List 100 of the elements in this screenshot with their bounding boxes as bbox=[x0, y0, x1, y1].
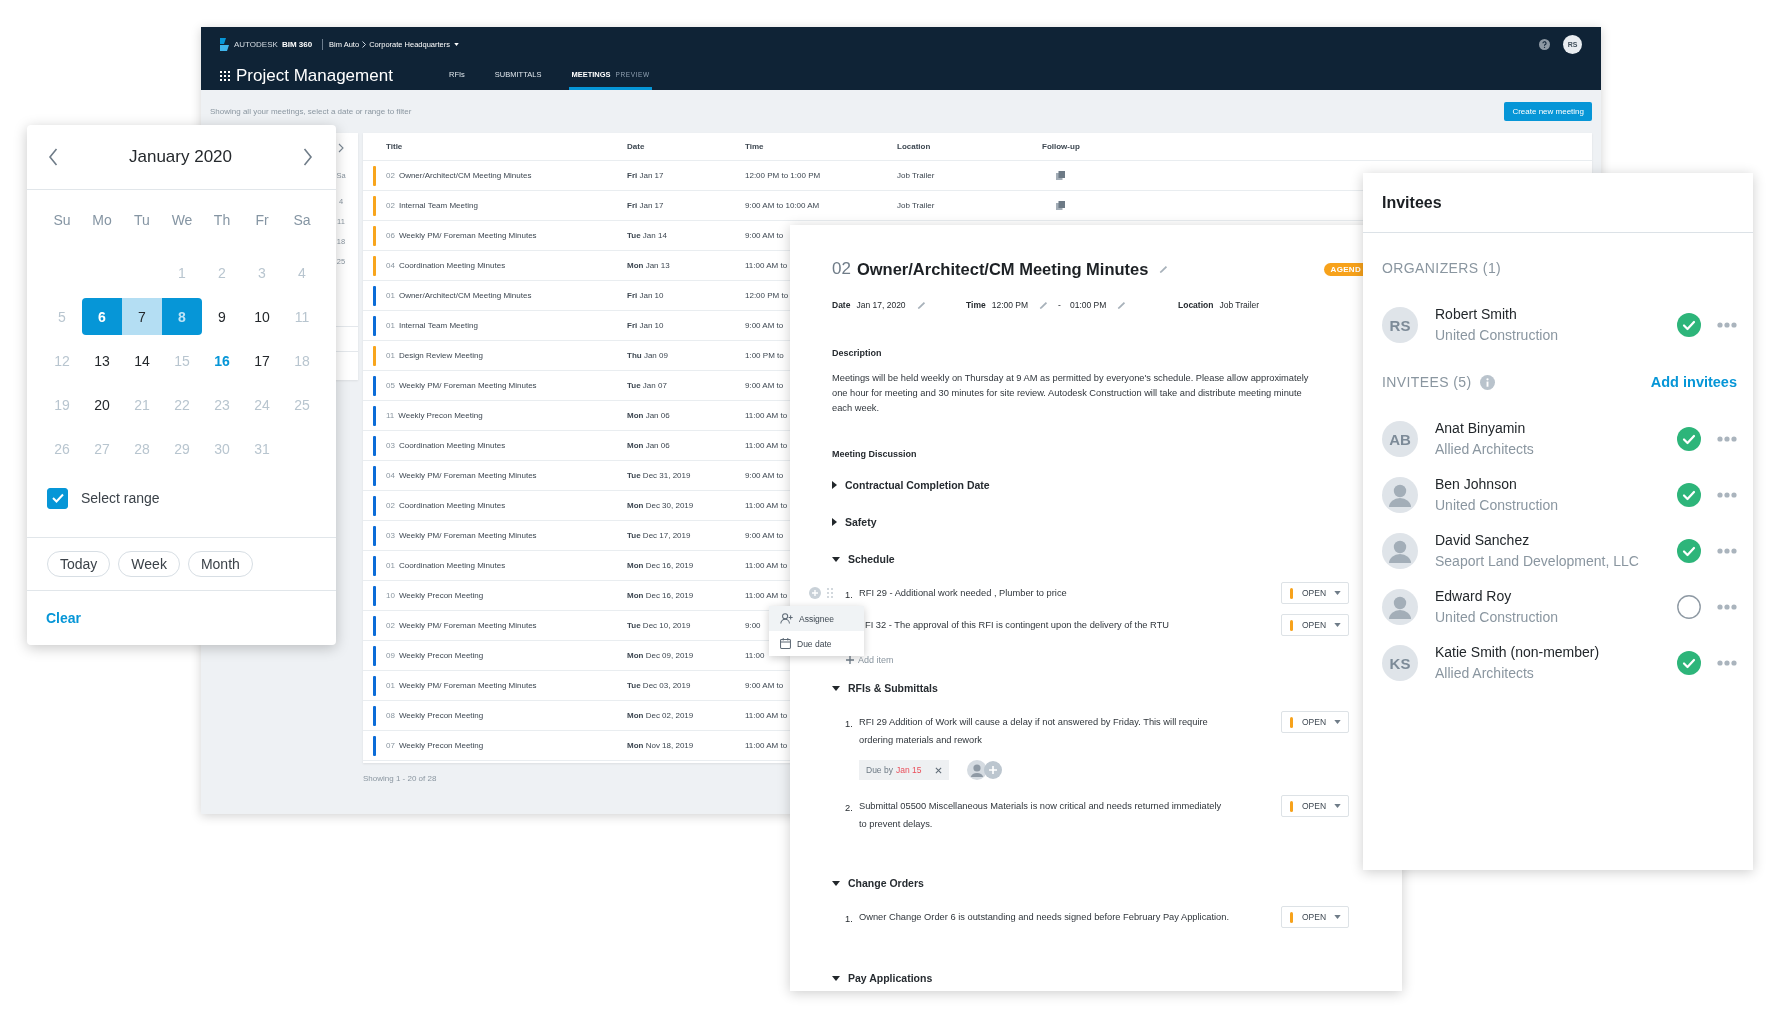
stacked-documents-icon[interactable] bbox=[1056, 171, 1065, 180]
help-icon[interactable] bbox=[1539, 38, 1550, 50]
meeting-title[interactable]: Coordination Meeting Minutes bbox=[398, 561, 506, 570]
more-icon[interactable] bbox=[1717, 660, 1737, 666]
meeting-title[interactable]: Weekly PM/ Foreman Meeting Minutes bbox=[398, 231, 537, 240]
month-title: January 2020 bbox=[129, 147, 232, 167]
calendar-day[interactable]: 20 bbox=[82, 386, 122, 423]
calendar-day[interactable]: 13 bbox=[82, 342, 122, 379]
meeting-title[interactable]: Weekly Precon Meeting bbox=[398, 591, 484, 600]
meeting-title: Owner/Architect/CM Meeting Minutes bbox=[856, 259, 1149, 279]
date-cell: Mon Dec 16, 2019 bbox=[627, 561, 694, 570]
chevron-left-icon[interactable] bbox=[48, 148, 58, 166]
logo-icon bbox=[219, 37, 230, 51]
meeting-title[interactable]: Weekly PM/ Foreman Meeting Minutes bbox=[398, 531, 537, 540]
pencil-icon[interactable] bbox=[1159, 264, 1169, 274]
item-text: Submittal 05500 Miscellaneous Materials is now critical and needs returned immediately to prevent delays. bbox=[859, 800, 1222, 831]
weekday-label: Tu bbox=[134, 212, 150, 228]
more-icon[interactable] bbox=[1717, 436, 1737, 442]
calendar-day[interactable]: 14 bbox=[122, 342, 162, 379]
range-shortcut-button[interactable]: Month bbox=[187, 551, 253, 577]
meeting-title[interactable]: Weekly PM/ Foreman Meeting Minutes bbox=[398, 621, 537, 630]
meeting-title[interactable]: Internal Team Meeting bbox=[398, 201, 478, 210]
meeting-number: 01 bbox=[386, 291, 395, 300]
item-text: Owner Change Order 6 is outstanding and needs signed before February Pay Application. bbox=[859, 911, 1230, 924]
menu-item[interactable]: Assignee bbox=[769, 606, 864, 631]
weekday-label: Sa bbox=[293, 212, 311, 228]
meeting-title[interactable]: Coordination Meeting Minutes bbox=[398, 501, 506, 510]
caret-icon bbox=[1334, 915, 1341, 919]
meeting-title[interactable]: Internal Team Meeting bbox=[398, 321, 478, 330]
status-dropdown[interactable]: OPEN bbox=[1281, 582, 1349, 604]
meeting-title[interactable]: Weekly PM/ Foreman Meeting Minutes bbox=[398, 471, 537, 480]
date-cell: Fri Jan 10 bbox=[627, 321, 664, 330]
calendar-day[interactable]: 9 bbox=[202, 298, 242, 335]
calendar-day[interactable]: 7 bbox=[122, 298, 162, 335]
more-icon[interactable] bbox=[1717, 604, 1737, 610]
meeting-title[interactable]: Weekly PM/ Foreman Meeting Minutes bbox=[398, 381, 537, 390]
time-cell: 9:00 AM to bbox=[745, 381, 784, 390]
pencil-icon[interactable] bbox=[1039, 300, 1049, 310]
meeting-number: 01 bbox=[386, 351, 395, 360]
chevron-right-icon[interactable] bbox=[338, 143, 344, 153]
column-header: Title bbox=[386, 142, 403, 151]
section-header[interactable]: RFIs & Submittals bbox=[832, 678, 938, 698]
calendar-day[interactable]: 17 bbox=[242, 342, 282, 379]
time-cell: 9:00 AM to bbox=[745, 231, 784, 240]
time-cell: 9:00 AM to bbox=[745, 531, 784, 540]
meeting-title[interactable]: Owner/Architect/CM Meeting Minutes bbox=[398, 171, 532, 180]
meeting-title[interactable]: Weekly Precon Meeting bbox=[398, 711, 484, 720]
more-icon[interactable] bbox=[1717, 492, 1737, 498]
meeting-number: 05 bbox=[386, 381, 395, 390]
close-icon[interactable] bbox=[935, 766, 943, 774]
person-company: United Construction bbox=[1435, 608, 1558, 627]
section-header[interactable]: Safety bbox=[832, 512, 877, 532]
menu-item[interactable]: Due date bbox=[769, 631, 864, 656]
section-header[interactable]: Contractual Completion Date bbox=[832, 475, 990, 495]
pencil-icon[interactable] bbox=[916, 300, 926, 310]
meeting-title[interactable]: Coordination Meeting Minutes bbox=[398, 261, 506, 270]
status-dropdown[interactable]: OPEN bbox=[1281, 614, 1349, 636]
stacked-documents-icon[interactable] bbox=[1056, 201, 1065, 210]
plus-circle-icon[interactable] bbox=[984, 761, 1003, 779]
status-dropdown[interactable]: OPEN bbox=[1281, 711, 1349, 733]
meeting-title[interactable]: Coordination Meeting Minutes bbox=[398, 441, 506, 450]
select-range-label: Select range bbox=[81, 490, 160, 506]
date-cell: Mon Dec 09, 2019 bbox=[627, 651, 694, 660]
meeting-number: 03 bbox=[386, 441, 395, 450]
info-icon[interactable] bbox=[1479, 374, 1495, 390]
due-date-chip[interactable]: Due by Jan 15 bbox=[859, 760, 950, 780]
range-shortcut-button[interactable]: Today bbox=[47, 551, 111, 577]
section-header[interactable]: Change Orders bbox=[832, 873, 924, 893]
more-icon[interactable] bbox=[1717, 548, 1737, 554]
meeting-number: 04 bbox=[386, 471, 395, 480]
more-icon[interactable] bbox=[1717, 322, 1737, 328]
item-number: 1. bbox=[845, 719, 853, 729]
status-dropdown[interactable]: OPEN bbox=[1281, 795, 1349, 817]
item-number: 1. bbox=[845, 590, 853, 600]
drag-handle-icon[interactable] bbox=[827, 588, 833, 598]
meeting-number: 02 bbox=[386, 171, 395, 180]
meeting-title[interactable]: Weekly Precon Meeting bbox=[398, 651, 484, 660]
caret-icon bbox=[1334, 591, 1341, 595]
plus-circle-icon[interactable] bbox=[809, 587, 821, 599]
time-cell: 11:00 bbox=[745, 651, 765, 660]
meeting-title[interactable]: Weekly Precon Meeting bbox=[398, 741, 484, 750]
date-cell: Mon Jan 06 bbox=[627, 441, 670, 450]
select-range-checkbox[interactable] bbox=[47, 487, 68, 509]
meeting-title[interactable]: Weekly PM/ Foreman Meeting Minutes bbox=[398, 681, 537, 690]
calendar-day[interactable]: 10 bbox=[242, 298, 282, 335]
meeting-title[interactable]: Design Review Meeting bbox=[398, 351, 483, 360]
section-header[interactable]: Schedule bbox=[832, 549, 895, 569]
range-shortcut-button[interactable]: Week bbox=[118, 551, 180, 577]
apps-grid-icon[interactable] bbox=[220, 70, 230, 81]
section-header[interactable]: Pay Applications bbox=[832, 968, 933, 988]
pencil-icon[interactable] bbox=[1117, 300, 1127, 310]
date-cell: Mon Jan 06 bbox=[627, 411, 670, 420]
chevron-right-icon[interactable] bbox=[303, 148, 313, 166]
meeting-number: 06 bbox=[386, 231, 395, 240]
status-dropdown[interactable]: OPEN bbox=[1281, 906, 1349, 928]
time-cell: 11:00 AM to bbox=[745, 591, 788, 600]
item-text: RFI 29 Addition of Work will cause a delay if not answered by Friday. This will require ordering materials and rework bbox=[859, 716, 1208, 747]
meeting-title[interactable]: Owner/Architect/CM Meeting Minutes bbox=[398, 291, 532, 300]
meeting-title[interactable]: Weekly Precon Meeting bbox=[398, 411, 483, 420]
meeting-number: 02 bbox=[386, 621, 395, 630]
